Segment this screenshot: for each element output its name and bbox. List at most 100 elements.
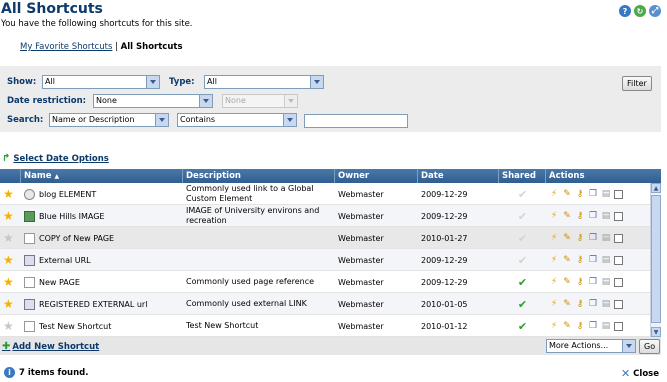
row-select-checkbox[interactable] bbox=[614, 211, 623, 221]
copy-icon[interactable]: ❐ bbox=[588, 299, 598, 309]
select-date-options-link[interactable]: ↱ Select Date Options bbox=[2, 153, 109, 164]
search-field-select[interactable]: Name or Description bbox=[49, 113, 169, 127]
key-icon[interactable]: ⚷ bbox=[575, 211, 585, 221]
star-icon[interactable]: ★ bbox=[3, 187, 14, 201]
date-restriction-select[interactable]: None bbox=[93, 94, 213, 108]
star-icon[interactable]: ★ bbox=[3, 253, 14, 267]
search-operator-select[interactable]: Contains bbox=[177, 113, 297, 127]
copy-icon[interactable]: ❐ bbox=[588, 255, 598, 265]
edit-icon[interactable]: ✎ bbox=[562, 321, 572, 331]
favorite-cell[interactable]: ★ bbox=[0, 227, 21, 249]
star-icon[interactable]: ★ bbox=[3, 209, 14, 223]
type-select[interactable]: All bbox=[204, 75, 324, 89]
key-icon[interactable]: ⚷ bbox=[575, 277, 585, 287]
scroll-up-icon[interactable]: ▲ bbox=[651, 183, 661, 193]
col-date-header[interactable]: Date bbox=[418, 169, 499, 183]
show-select[interactable]: All bbox=[42, 75, 160, 89]
lightning-icon[interactable]: ⚡ bbox=[549, 211, 559, 221]
edit-icon[interactable]: ✎ bbox=[562, 277, 572, 287]
shortcut-name[interactable]: New PAGE bbox=[39, 278, 80, 287]
col-shared-header[interactable]: Shared bbox=[499, 169, 546, 183]
scroll-down-icon[interactable]: ▼ bbox=[651, 327, 661, 337]
col-owner-header[interactable]: Owner bbox=[335, 169, 418, 183]
shortcut-name[interactable]: COPY of New PAGE bbox=[39, 234, 114, 243]
shortcut-name[interactable]: blog ELEMENT bbox=[39, 190, 96, 199]
copy-icon[interactable]: ❐ bbox=[588, 233, 598, 243]
favorite-cell[interactable]: ★ bbox=[0, 249, 21, 271]
delete-icon[interactable]: ▤ bbox=[601, 321, 611, 331]
name-cell[interactable]: Test New Shortcut bbox=[21, 315, 183, 337]
filter-button[interactable]: Filter bbox=[622, 76, 652, 91]
row-select-checkbox[interactable] bbox=[614, 299, 623, 309]
delete-icon[interactable]: ▤ bbox=[601, 233, 611, 243]
table-row[interactable]: ★ New PAGE Commonly used page reference Web… bbox=[0, 271, 650, 293]
row-select-checkbox[interactable] bbox=[614, 255, 623, 265]
star-icon[interactable]: ★ bbox=[3, 275, 14, 289]
table-row[interactable]: ★ REGISTERED EXTERNAL url Commonly used ex… bbox=[0, 293, 650, 315]
key-icon[interactable]: ⚷ bbox=[575, 255, 585, 265]
delete-icon[interactable]: ▤ bbox=[601, 299, 611, 309]
col-name-header[interactable]: Name ▲ bbox=[21, 169, 183, 183]
copy-icon[interactable]: ❐ bbox=[588, 211, 598, 221]
shortcut-name[interactable]: External URL bbox=[39, 256, 91, 265]
lightning-icon[interactable]: ⚡ bbox=[549, 189, 559, 199]
row-select-checkbox[interactable] bbox=[614, 189, 623, 199]
expand-icon[interactable]: ⤢ bbox=[649, 5, 661, 17]
copy-icon[interactable]: ❐ bbox=[588, 189, 598, 199]
delete-icon[interactable]: ▤ bbox=[601, 277, 611, 287]
favorite-cell[interactable]: ★ bbox=[0, 271, 21, 293]
edit-icon[interactable]: ✎ bbox=[562, 189, 572, 199]
breadcrumb-favorites-link[interactable]: My Favorite Shortcuts bbox=[20, 42, 112, 52]
scroll-thumb[interactable] bbox=[651, 195, 661, 323]
edit-icon[interactable]: ✎ bbox=[562, 299, 572, 309]
key-icon[interactable]: ⚷ bbox=[575, 299, 585, 309]
name-cell[interactable]: New PAGE bbox=[21, 271, 183, 293]
lightning-icon[interactable]: ⚡ bbox=[549, 233, 559, 243]
row-select-checkbox[interactable] bbox=[614, 321, 623, 331]
favorite-cell[interactable]: ★ bbox=[0, 315, 21, 337]
refresh-icon[interactable]: ↻ bbox=[634, 5, 646, 17]
key-icon[interactable]: ⚷ bbox=[575, 321, 585, 331]
star-icon[interactable]: ★ bbox=[3, 297, 14, 311]
table-row[interactable]: ★ External URL Webmaster 2009-12-29 ✔ ⚡ ✎ ⚷ ❐ ▤ bbox=[0, 249, 650, 271]
shortcut-name[interactable]: Test New Shortcut bbox=[39, 322, 111, 331]
edit-icon[interactable]: ✎ bbox=[562, 255, 572, 265]
edit-icon[interactable]: ✎ bbox=[562, 211, 572, 221]
delete-icon[interactable]: ▤ bbox=[601, 189, 611, 199]
table-row[interactable]: ★ COPY of New PAGE Webmaster 2010-01-27 ✔ ⚡ ✎ ⚷… bbox=[0, 227, 650, 249]
table-row[interactable]: ★ blog ELEMENT Commonly used link to a Glo… bbox=[0, 183, 650, 205]
name-cell[interactable]: COPY of New PAGE bbox=[21, 227, 183, 249]
lightning-icon[interactable]: ⚡ bbox=[549, 255, 559, 265]
lightning-icon[interactable]: ⚡ bbox=[549, 321, 559, 331]
delete-icon[interactable]: ▤ bbox=[601, 255, 611, 265]
row-select-checkbox[interactable] bbox=[614, 233, 623, 243]
name-cell[interactable]: Blue Hills IMAGE bbox=[21, 205, 183, 227]
add-new-shortcut-link[interactable]: ✚ Add New Shortcut bbox=[2, 341, 99, 352]
key-icon[interactable]: ⚷ bbox=[575, 233, 585, 243]
shortcut-name[interactable]: Blue Hills IMAGE bbox=[39, 212, 105, 221]
name-cell[interactable]: blog ELEMENT bbox=[21, 183, 183, 205]
grid-scrollbar[interactable]: ▲ ▼ bbox=[650, 183, 661, 337]
edit-icon[interactable]: ✎ bbox=[562, 233, 572, 243]
table-row[interactable]: ★ Blue Hills IMAGE IMAGE of University env… bbox=[0, 205, 650, 227]
close-button[interactable]: ✕ Close bbox=[621, 367, 659, 380]
favorite-cell[interactable]: ★ bbox=[0, 183, 21, 205]
star-icon[interactable]: ★ bbox=[3, 231, 14, 245]
row-select-checkbox[interactable] bbox=[614, 277, 623, 287]
lightning-icon[interactable]: ⚡ bbox=[549, 299, 559, 309]
star-icon[interactable]: ★ bbox=[3, 319, 14, 333]
table-row[interactable]: ★ Test New Shortcut Test New Shortcut Webma… bbox=[0, 315, 650, 337]
delete-icon[interactable]: ▤ bbox=[601, 211, 611, 221]
favorite-cell[interactable]: ★ bbox=[0, 205, 21, 227]
lightning-icon[interactable]: ⚡ bbox=[549, 277, 559, 287]
copy-icon[interactable]: ❐ bbox=[588, 321, 598, 331]
copy-icon[interactable]: ❐ bbox=[588, 277, 598, 287]
search-input[interactable] bbox=[304, 114, 408, 128]
shortcut-name[interactable]: REGISTERED EXTERNAL url bbox=[39, 300, 147, 309]
name-cell[interactable]: External URL bbox=[21, 249, 183, 271]
go-button[interactable]: Go bbox=[639, 339, 661, 354]
more-actions-select[interactable]: More Actions... bbox=[546, 339, 636, 353]
col-description-header[interactable]: Description bbox=[183, 169, 335, 183]
favorite-cell[interactable]: ★ bbox=[0, 293, 21, 315]
help-icon[interactable]: ? bbox=[619, 5, 631, 17]
